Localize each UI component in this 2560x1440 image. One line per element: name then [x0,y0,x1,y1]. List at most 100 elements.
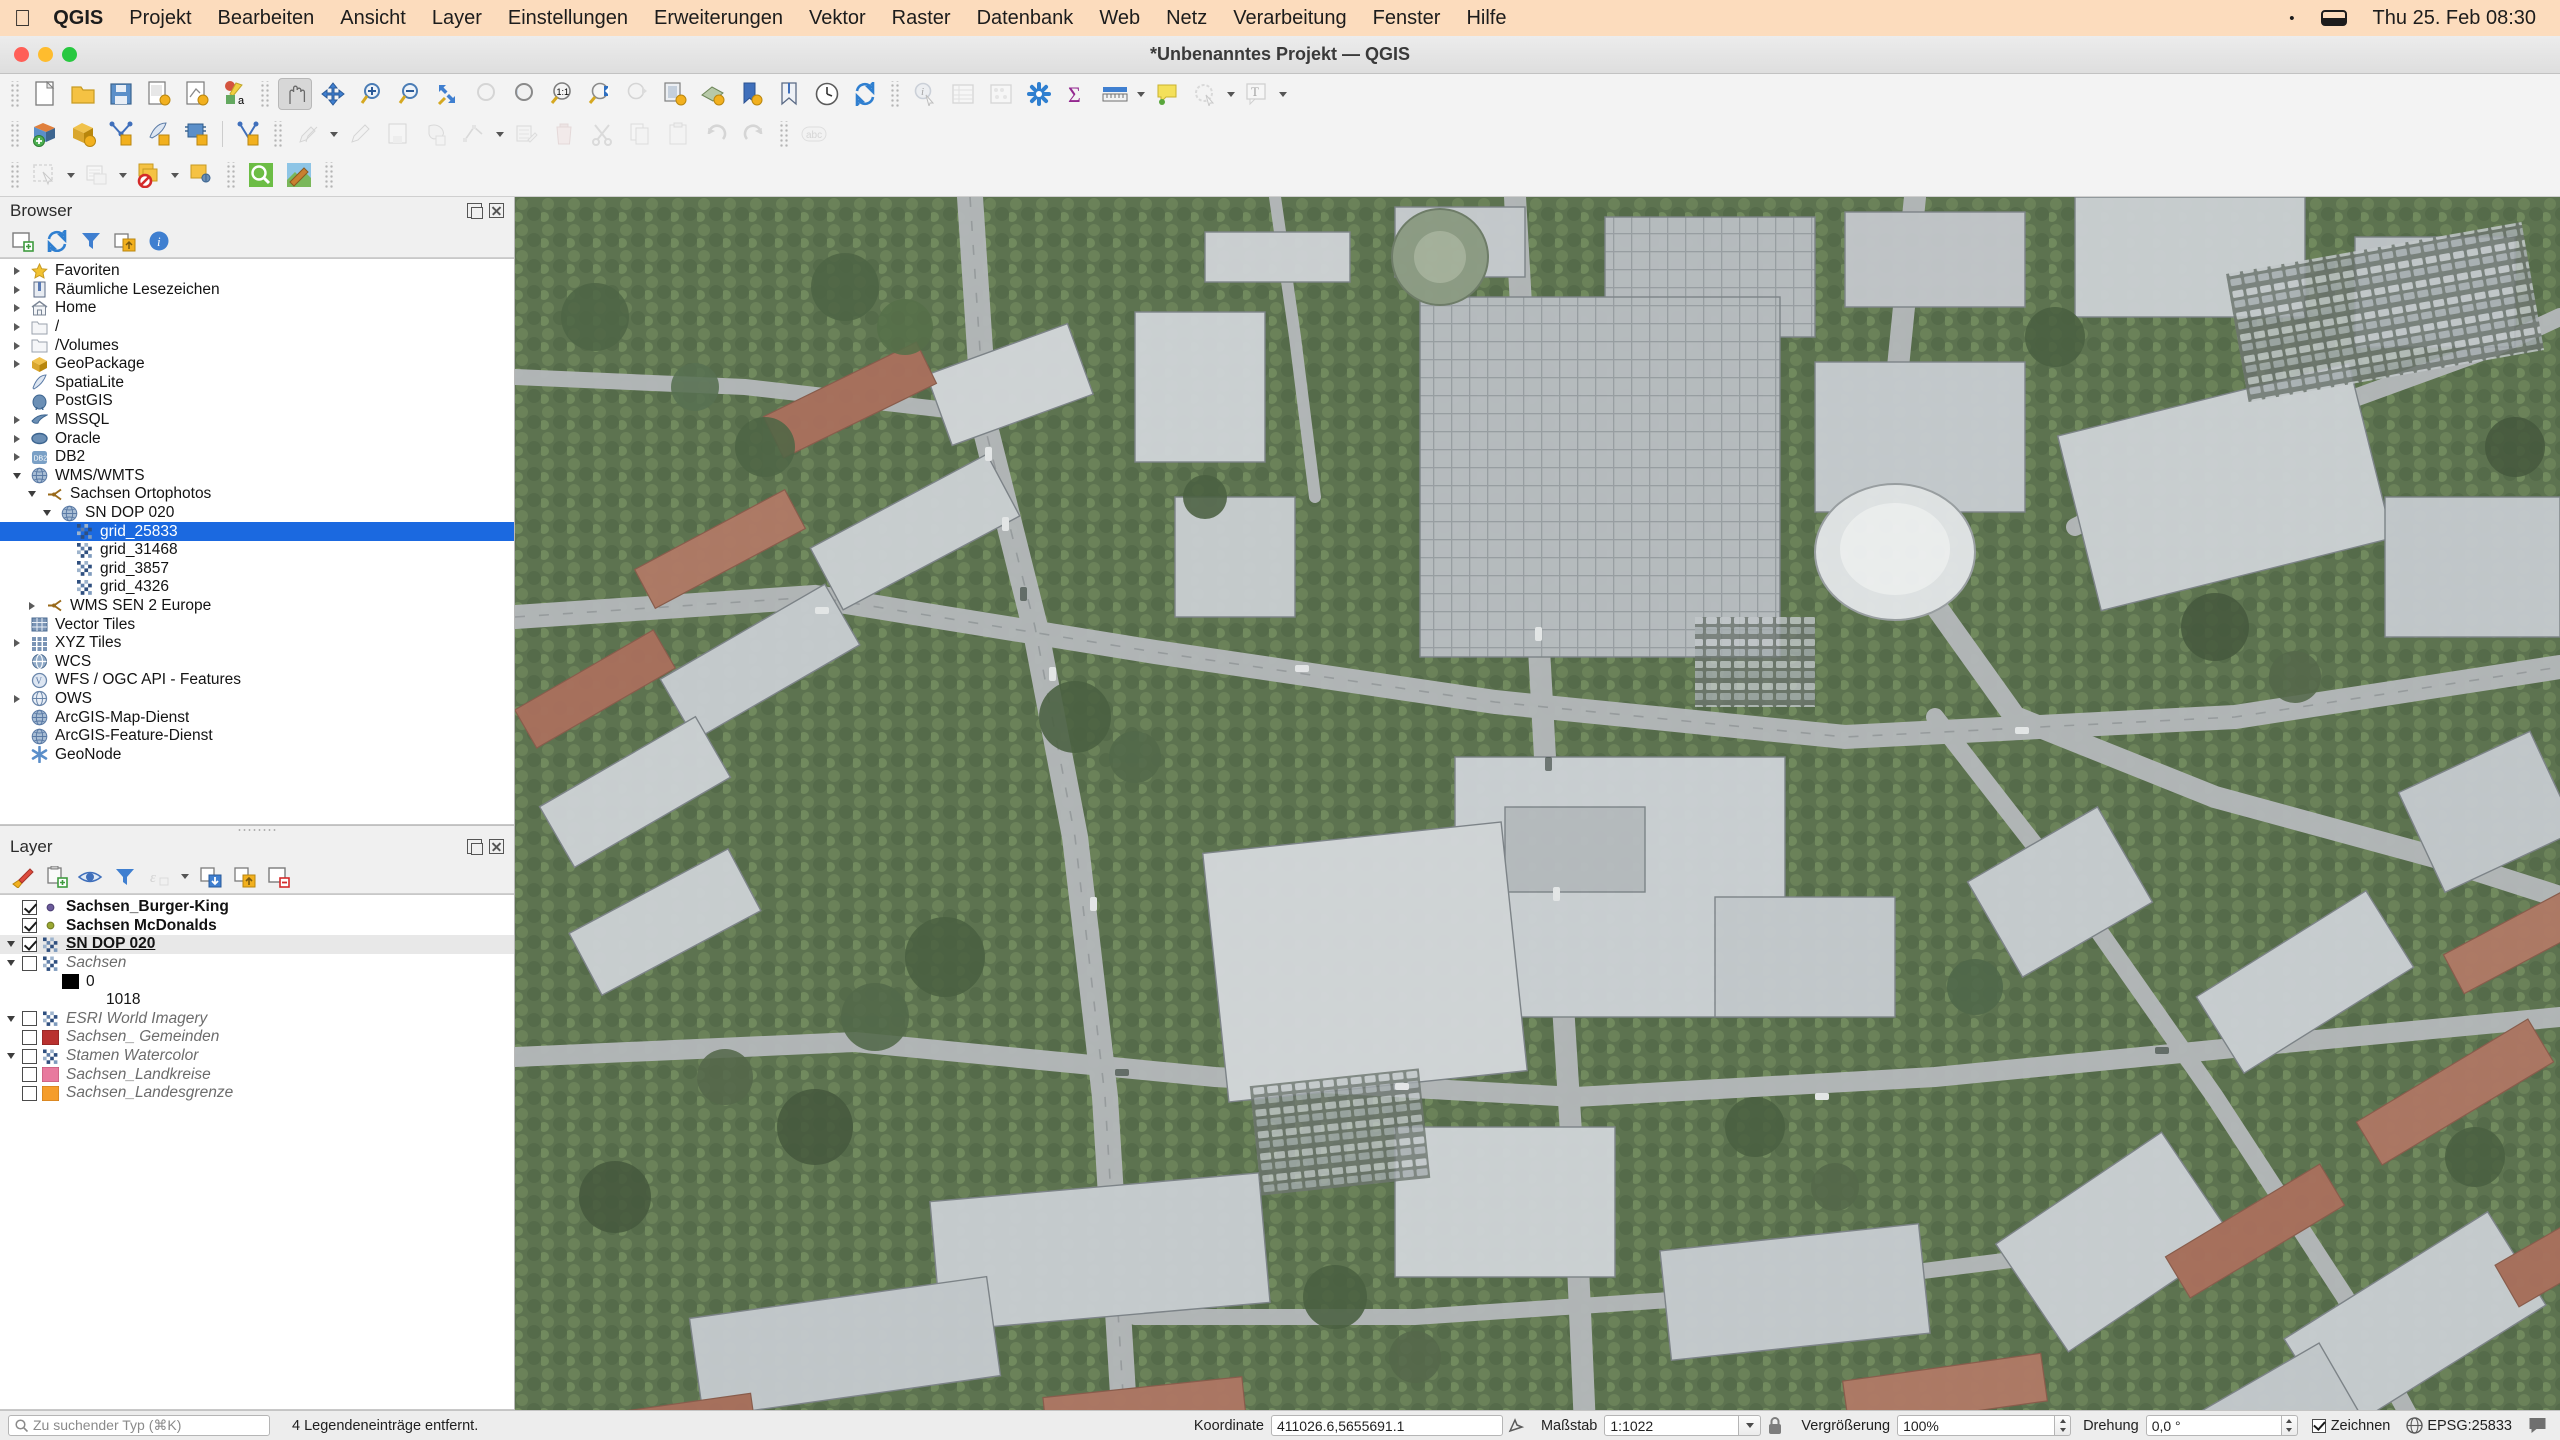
browser-item-r-umliche-lesezeichen[interactable]: Räumliche Lesezeichen [0,281,514,300]
browser-item-grid-4326[interactable]: grid_4326 [0,578,514,597]
zoom-last-button[interactable] [582,78,616,110]
add-virtual-layer-button[interactable] [231,118,265,150]
copy-features-button[interactable] [623,118,657,150]
messages-icon[interactable] [2522,1415,2552,1437]
collapse-all-icon[interactable] [230,863,260,891]
chevron-down-icon[interactable] [0,1015,22,1022]
menu-einstellungen[interactable]: Einstellungen [508,7,628,30]
zoom-in-button[interactable] [354,78,388,110]
menu-layer[interactable]: Layer [432,7,482,30]
chevron-down-icon[interactable] [36,510,58,517]
browser-tree[interactable]: Favoriten Räumliche Lesezeichen Home //Volu… [0,258,514,825]
chevron-down-icon[interactable] [6,472,28,479]
measure-line-button[interactable] [1098,78,1132,110]
current-edits-button[interactable] [291,118,325,150]
browser-item-spatialite[interactable]: SpatiaLite [0,374,514,393]
browser-item-grid-3857[interactable]: grid_3857 [0,560,514,579]
lock-icon[interactable] [1761,1415,1789,1437]
cut-features-button[interactable] [585,118,619,150]
add-raster-layer-button[interactable] [66,118,100,150]
open-attribute-table-button[interactable] [946,78,980,110]
refresh-icon[interactable] [42,227,72,255]
layer-item-stamen-watercolor[interactable]: Stamen Watercolor [0,1047,514,1066]
rotation-spinner[interactable]: 0,0 ° [2145,1415,2298,1436]
chevron-right-icon[interactable] [6,323,28,332]
toolbar-grip[interactable] [9,162,21,188]
vertex-tool-button[interactable] [457,118,491,150]
pan-map-button[interactable] [278,78,312,110]
add-vector-layer-button[interactable] [28,118,62,150]
browser-item-volumes[interactable]: /Volumes [0,336,514,355]
browser-item-grid-25833[interactable]: grid_25833 [0,522,514,541]
filter-icon[interactable] [110,863,140,891]
remove-layer-icon[interactable] [264,863,294,891]
chevron-right-icon[interactable] [6,285,28,294]
toggle-editing-button[interactable] [343,118,377,150]
save-project-button[interactable] [104,78,138,110]
chevron-down-icon[interactable] [21,491,43,498]
map-tips-button[interactable] [1150,78,1184,110]
browser-item-sn-dop-020[interactable]: SN DOP 020 [0,504,514,523]
zoom-to-layer-button[interactable] [506,78,540,110]
menu-datenbank[interactable]: Datenbank [977,7,1074,30]
chevron-right-icon[interactable] [6,434,28,443]
chevron-right-icon[interactable] [6,453,28,462]
layer-visibility-checkbox[interactable] [22,1085,37,1101]
menu-bearbeiten[interactable]: Bearbeiten [218,7,315,30]
layer-visibility-checkbox[interactable] [22,936,37,952]
crs-status[interactable]: EPSG:25833 [2406,1417,2512,1434]
browser-item-home[interactable]: Home [0,299,514,318]
processing-toolbox-button[interactable] [1022,78,1056,110]
layer-item-1018[interactable]: 1018 [0,991,514,1010]
layer-item-sachsen-landkreise[interactable]: Sachsen_Landkreise [0,1065,514,1084]
browser-item-postgis[interactable]: PostGIS [0,392,514,411]
menu-vektor[interactable]: Vektor [809,7,866,30]
layer-float-button[interactable] [467,839,483,855]
scale-combo[interactable]: 1:1022 [1604,1415,1762,1436]
zoom-next-button[interactable] [620,78,654,110]
browser-item-wfs-ogc-api-features[interactable]: V WFS / OGC API - Features [0,671,514,690]
coordinate-field[interactable]: 411026.6,5655691.1 [1270,1415,1503,1436]
browser-item-favoriten[interactable]: Favoriten [0,262,514,281]
browser-item-wms-wmts[interactable]: WMS/WMTS [0,467,514,486]
toolbar-grip[interactable] [272,121,284,147]
map-canvas-container[interactable] [515,197,2560,1410]
layer-visibility-checkbox[interactable] [22,918,37,934]
chevron-down-icon[interactable] [0,1053,22,1060]
browser-item-oracle[interactable]: Oracle [0,429,514,448]
measure-dropdown-caret[interactable] [1134,78,1148,110]
layer-visibility-checkbox[interactable] [22,1011,37,1027]
menu-projekt[interactable]: Projekt [129,7,191,30]
redo-button[interactable] [737,118,771,150]
layer-item-sachsen-gemeinden[interactable]: Sachsen_ Gemeinden [0,1028,514,1047]
deselect-caret[interactable] [168,159,182,191]
undo-button[interactable] [699,118,733,150]
toolbar-grip[interactable] [889,81,901,107]
layer-tree[interactable]: Sachsen_Burger-King Sachsen McDonalds SN … [0,894,514,1410]
scale-field[interactable]: 1:1022 [1604,1415,1740,1436]
new-map-view-button[interactable] [658,78,692,110]
layer-item-sachsen-burger-king[interactable]: Sachsen_Burger-King [0,898,514,917]
select-dropdown-caret[interactable] [1224,78,1238,110]
browser-item-arcgis-feature-dienst[interactable]: ArcGIS-Feature-Dienst [0,727,514,746]
layer-visibility-checkbox[interactable] [22,955,37,971]
menu-fenster[interactable]: Fenster [1373,7,1441,30]
delete-selected-button[interactable] [547,118,581,150]
coordinate-capture-icon[interactable] [1503,1415,1529,1437]
vertex-tool-caret[interactable] [493,118,507,150]
toolbar-grip[interactable] [9,121,21,147]
new-bookmark-button[interactable] [734,78,768,110]
select-by-form-button[interactable] [80,159,114,191]
collapse-all-icon[interactable] [110,227,140,255]
chevron-down-icon[interactable] [0,960,22,967]
layer-item-sachsen-mcdonalds[interactable]: Sachsen McDonalds [0,917,514,936]
expression-filter-icon[interactable]: ε [144,863,174,891]
new-print-layout-button[interactable] [180,78,214,110]
pan-to-selection-button[interactable] [316,78,350,110]
field-calculator-button[interactable] [984,78,1018,110]
add-group-icon[interactable] [42,863,72,891]
open-style-button[interactable] [282,159,316,191]
paintbrush-icon[interactable] [8,863,38,891]
render-toggle[interactable]: Zeichnen [2311,1418,2390,1434]
browser-item-wms-sen-2-europe[interactable]: WMS SEN 2 Europe [0,597,514,616]
